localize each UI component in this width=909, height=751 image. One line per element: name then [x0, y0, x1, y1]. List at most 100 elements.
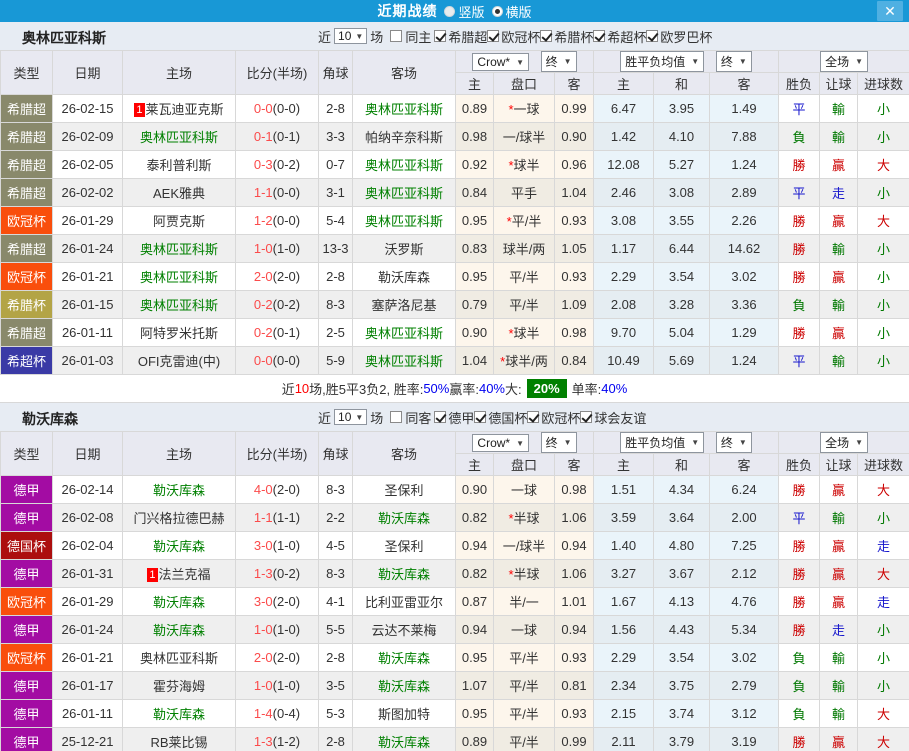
score-cell: 1-0(1-0): [235, 234, 319, 263]
close-button[interactable]: ✕: [877, 1, 903, 21]
radio-horizontal-input[interactable]: [491, 5, 503, 17]
avg-home-cell: 3.59: [593, 503, 654, 532]
match-row: 希腊超 26-01-11 阿特罗米托斯 0-2(0-1) 2-5 奥林匹亚科斯 0.90 *球…: [0, 318, 909, 347]
corners-cell: 8-3: [318, 559, 353, 588]
guest-odds-cell: 1.01: [554, 587, 594, 616]
avg-away-cell: 1.24: [708, 150, 780, 179]
corners-cell: 5-5: [318, 615, 353, 644]
away-team-cell: 奥林匹亚科斯: [352, 318, 456, 347]
guest-odds-cell: 1.06: [554, 503, 594, 532]
avg-home-cell: 2.46: [593, 178, 654, 207]
goals-result-cell: 小: [857, 503, 909, 532]
league-badge: 希腊杯: [0, 290, 53, 319]
wdl-avg-select[interactable]: 胜平负均值 ▼: [620, 51, 705, 72]
goals-result-cell: 大: [857, 699, 909, 728]
avg-away-cell: 3.36: [708, 290, 780, 319]
host-odds-cell: 0.82: [455, 503, 494, 532]
match-date: 26-01-11: [52, 699, 123, 728]
scope-select[interactable]: 全场 ▼: [820, 51, 868, 72]
guest-odds-cell: 0.98: [554, 318, 594, 347]
avg-draw-cell: 4.34: [653, 475, 710, 504]
avg-home-cell: 2.11: [593, 727, 654, 751]
goals-result-cell: 小: [857, 290, 909, 319]
same-venue-checkbox[interactable]: 同客: [386, 408, 431, 427]
outcome-cell: 勝: [778, 531, 821, 560]
handicap-result-cell: 輸: [819, 234, 859, 263]
company-select[interactable]: Crow* ▼: [472, 434, 530, 452]
col-outcome: 胜负: [778, 72, 821, 95]
wdl-time-select[interactable]: 终 ▼: [715, 51, 752, 72]
handicap-result-cell: 走: [819, 178, 859, 207]
chevron-down-icon: ▼: [855, 57, 863, 66]
summary-segment: 赢率:: [449, 382, 479, 397]
goals-result-cell: 小: [857, 94, 909, 123]
home-team-cell: 勒沃库森: [122, 615, 236, 644]
league-checkbox[interactable]: 德甲: [434, 408, 474, 427]
match-date: 26-02-15: [52, 94, 123, 123]
wdl-avg-select[interactable]: 胜平负均值 ▼: [620, 432, 705, 453]
league-checkbox[interactable]: 球会友谊: [580, 408, 646, 427]
filter-bar: 近 10 ▼ 场 同客 德甲 德国杯 欧冠杯 球会友谊: [318, 403, 646, 431]
avg-draw-cell: 6.44: [653, 234, 710, 263]
layout-radio-horizontal[interactable]: 横版: [491, 2, 532, 21]
guest-odds-cell: 0.94: [554, 531, 594, 560]
layout-radio-vertical[interactable]: 竖版: [444, 2, 485, 21]
league-checkbox[interactable]: 希腊杯: [540, 27, 593, 46]
away-team-cell: 勒沃库森: [352, 671, 456, 700]
score-cell: 1-1(1-1): [235, 503, 319, 532]
match-count-select[interactable]: 10 ▼: [334, 28, 368, 44]
score-cell: 1-2(0-0): [235, 206, 319, 235]
outcome-cell: 負: [778, 671, 821, 700]
away-team-cell: 斯图加特: [352, 699, 456, 728]
avg-home-cell: 2.29: [593, 643, 654, 672]
same-venue-checkbox[interactable]: 同主: [386, 27, 431, 46]
near-label: 近: [318, 410, 332, 426]
odds-time-select[interactable]: 终 ▼: [540, 432, 577, 453]
corners-cell: 2-8: [318, 643, 353, 672]
match-row: 德甲 26-02-14 勒沃库森 4-0(2-0) 8-3 圣保利 0.90 一球 0.98 1.…: [0, 475, 909, 504]
handicap-result-cell: 輸: [819, 503, 859, 532]
outcome-cell: 勝: [778, 475, 821, 504]
match-date: 26-01-21: [52, 643, 123, 672]
match-count-select[interactable]: 10 ▼: [334, 409, 368, 425]
avg-draw-cell: 5.69: [653, 346, 710, 375]
outcome-cell: 負: [778, 122, 821, 151]
match-date: 26-01-31: [52, 559, 123, 588]
host-odds-cell: 0.95: [455, 206, 494, 235]
league-checkbox[interactable]: 希超杯: [593, 27, 646, 46]
score-cell: 4-0(2-0): [235, 475, 319, 504]
away-team-cell: 奥林匹亚科斯: [352, 178, 456, 207]
match-rows: 希腊超 26-02-15 1 莱瓦迪亚克斯 0-0(0-0) 2-8 奥林匹亚科斯 0.89 *…: [0, 94, 909, 375]
league-checkbox[interactable]: 德国杯: [474, 408, 527, 427]
avg-away-cell: 2.89: [708, 178, 780, 207]
handicap-cell: *一球: [493, 94, 555, 123]
avg-home-cell: 1.56: [593, 615, 654, 644]
company-select[interactable]: Crow* ▼: [472, 53, 530, 71]
col-outcome: 胜负: [778, 453, 821, 476]
near-label: 近: [318, 29, 332, 45]
wdl-header-group: 胜平负均值 ▼ 终 ▼: [592, 431, 780, 454]
corners-cell: 13-3: [318, 234, 353, 263]
league-checkbox[interactable]: 欧冠杯: [527, 408, 580, 427]
scope-select[interactable]: 全场 ▼: [820, 432, 868, 453]
guest-odds-cell: 0.93: [554, 699, 594, 728]
radio-vertical-input[interactable]: [444, 5, 456, 17]
away-team-cell: 勒沃库森: [352, 559, 456, 588]
avg-away-cell: 7.25: [708, 531, 780, 560]
league-checkbox[interactable]: 欧罗巴杯: [646, 27, 712, 46]
guest-odds-cell: 1.09: [554, 290, 594, 319]
away-team-cell: 勒沃库森: [352, 727, 456, 751]
league-badge: 希腊超: [0, 178, 53, 207]
league-checkbox[interactable]: 欧冠杯: [487, 27, 540, 46]
wdl-time-select[interactable]: 终 ▼: [715, 432, 752, 453]
guest-odds-cell: 0.99: [554, 727, 594, 751]
team-name: 勒沃库森: [22, 411, 78, 427]
score-cell: 0-0(0-0): [235, 346, 319, 375]
home-team-cell: RB莱比锡: [122, 727, 236, 751]
outcome-cell: 負: [778, 643, 821, 672]
score-cell: 1-1(0-0): [235, 178, 319, 207]
league-badge: 欧冠杯: [0, 643, 53, 672]
odds-time-select[interactable]: 终 ▼: [540, 51, 577, 72]
league-checkbox[interactable]: 希腊超: [434, 27, 487, 46]
corners-cell: 2-8: [318, 727, 353, 751]
